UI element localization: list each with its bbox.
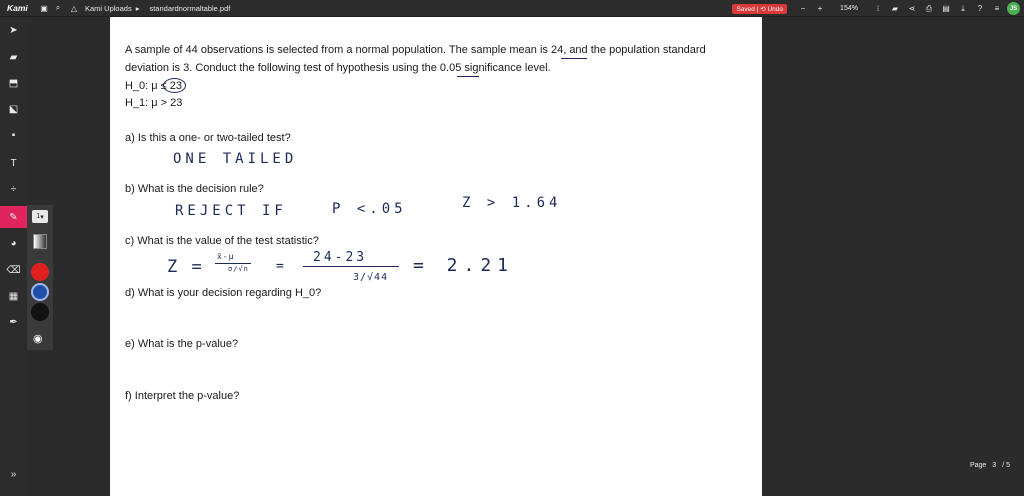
signature-tool-icon[interactable]: ✒: [0, 311, 27, 333]
avatar[interactable]: JS: [1007, 2, 1020, 15]
equation-tool-icon[interactable]: ÷: [0, 178, 27, 200]
problem-intro-line-1: A sample of 44 observations is selected …: [125, 44, 706, 56]
answer-c-result: = 2.21: [413, 255, 515, 276]
color-swatch-black[interactable]: [31, 303, 49, 321]
shapes-tool-icon[interactable]: ◕: [0, 232, 27, 254]
pen-size-select[interactable]: 1 ▾: [32, 210, 48, 223]
answer-b-z: Z > 1.64: [462, 195, 562, 211]
print-icon[interactable]: ⎙: [922, 2, 936, 16]
comment-tool-icon[interactable]: ▪: [0, 124, 27, 146]
page-label: Page: [969, 462, 987, 469]
question-b: b) What is the decision rule?: [125, 183, 264, 195]
add-media-icon[interactable]: ▦: [0, 285, 27, 307]
expand-toolbar-icon[interactable]: »: [0, 469, 27, 480]
folder-icon[interactable]: ▰: [888, 2, 902, 16]
answer-c-z: Z =: [167, 257, 204, 277]
markup-tool-icon[interactable]: ⬕: [0, 98, 27, 120]
question-d: d) What is your decision regarding H_0?: [125, 287, 322, 299]
color-swatch-blue[interactable]: [31, 283, 49, 301]
question-e: e) What is the p-value?: [125, 338, 239, 350]
breadcrumb: △ Kami Uploads ▸ standardnormaltable.pdf: [67, 1, 230, 15]
pen-tool-icon[interactable]: ✎: [0, 206, 27, 228]
app-logo[interactable]: Kami: [7, 3, 37, 13]
underline-mark: [457, 76, 479, 77]
current-page[interactable]: 3: [992, 462, 996, 469]
save-icon[interactable]: ▤: [939, 2, 953, 16]
problem-intro-line-2: deviation is 3. Conduct the following te…: [125, 62, 551, 74]
zoom-level[interactable]: 154%: [830, 5, 868, 12]
question-f: f) Interpret the p-value?: [125, 390, 240, 402]
answer-c-eq: =: [276, 259, 288, 274]
zoom-in-icon[interactable]: +: [813, 2, 827, 16]
saved-undo-button[interactable]: Saved | ⟲ Undo: [732, 3, 787, 14]
question-c: c) What is the value of the test statist…: [125, 235, 319, 247]
document-page[interactable]: A sample of 44 observations is selected …: [110, 17, 762, 496]
text-tool-icon[interactable]: T: [0, 152, 27, 174]
sidebar-toggle-icon[interactable]: ▣: [37, 1, 51, 15]
answer-c-frac2-bot: 3/√44: [353, 272, 389, 283]
drive-icon: △: [70, 3, 78, 13]
breadcrumb-file[interactable]: standardnormaltable.pdf: [149, 4, 230, 13]
alternative-hypothesis: H_1: μ > 23: [125, 97, 183, 109]
fraction-bar: [215, 263, 251, 264]
answer-c-frac2-top: 24-23: [313, 250, 368, 265]
total-pages: / 5: [1002, 462, 1010, 469]
breadcrumb-folder[interactable]: Kami Uploads: [85, 4, 132, 13]
download-icon[interactable]: ⤓: [956, 2, 970, 16]
color-swatch-red[interactable]: [31, 263, 49, 281]
pen-options-panel: 1 ▾ ◉: [27, 205, 53, 350]
palette-icon[interactable]: ◉: [33, 332, 43, 345]
circle-mark: [163, 78, 186, 93]
share-icon[interactable]: ⋖: [905, 2, 919, 16]
search-icon[interactable]: ⌕: [51, 1, 65, 15]
opacity-slider[interactable]: [33, 234, 47, 249]
eraser-tool-icon[interactable]: ⌫: [0, 259, 27, 281]
select-tool-icon[interactable]: ➤: [0, 19, 27, 41]
help-icon[interactable]: ?: [973, 2, 987, 16]
menu-icon[interactable]: ≡: [990, 2, 1004, 16]
highlighter-tool-icon[interactable]: ▰: [0, 46, 27, 68]
paint-roller-icon[interactable]: ⬒: [0, 72, 27, 94]
pen-size-value: 1: [36, 213, 41, 220]
answer-c-frac1-bot: σ/√n: [228, 265, 249, 273]
underline-mark: [561, 58, 587, 59]
answer-b-rule: REJECT IF: [175, 203, 287, 219]
left-toolbar: ➤ ▰ ⬒ ⬕ ▪ T ÷ ✎ ◕ ⌫ ▦ ✒ »: [0, 17, 27, 496]
answer-c-frac1-top: x̄-μ: [217, 252, 235, 261]
top-bar: Kami ▣ ⌕ △ Kami Uploads ▸ standardnormal…: [0, 0, 1024, 17]
answer-b-p: P <.05: [332, 201, 407, 217]
question-a: a) Is this a one- or two-tailed test?: [125, 132, 291, 144]
zoom-out-icon[interactable]: −: [796, 2, 810, 16]
answer-a-handwriting: ONE TAILED: [173, 151, 298, 167]
chevron-right-icon: ▸: [135, 3, 140, 13]
page-indicator: Page 3 / 5: [970, 462, 1010, 469]
zoom-dropdown-icon[interactable]: ⁝: [871, 2, 885, 16]
fraction-bar: [303, 266, 399, 267]
